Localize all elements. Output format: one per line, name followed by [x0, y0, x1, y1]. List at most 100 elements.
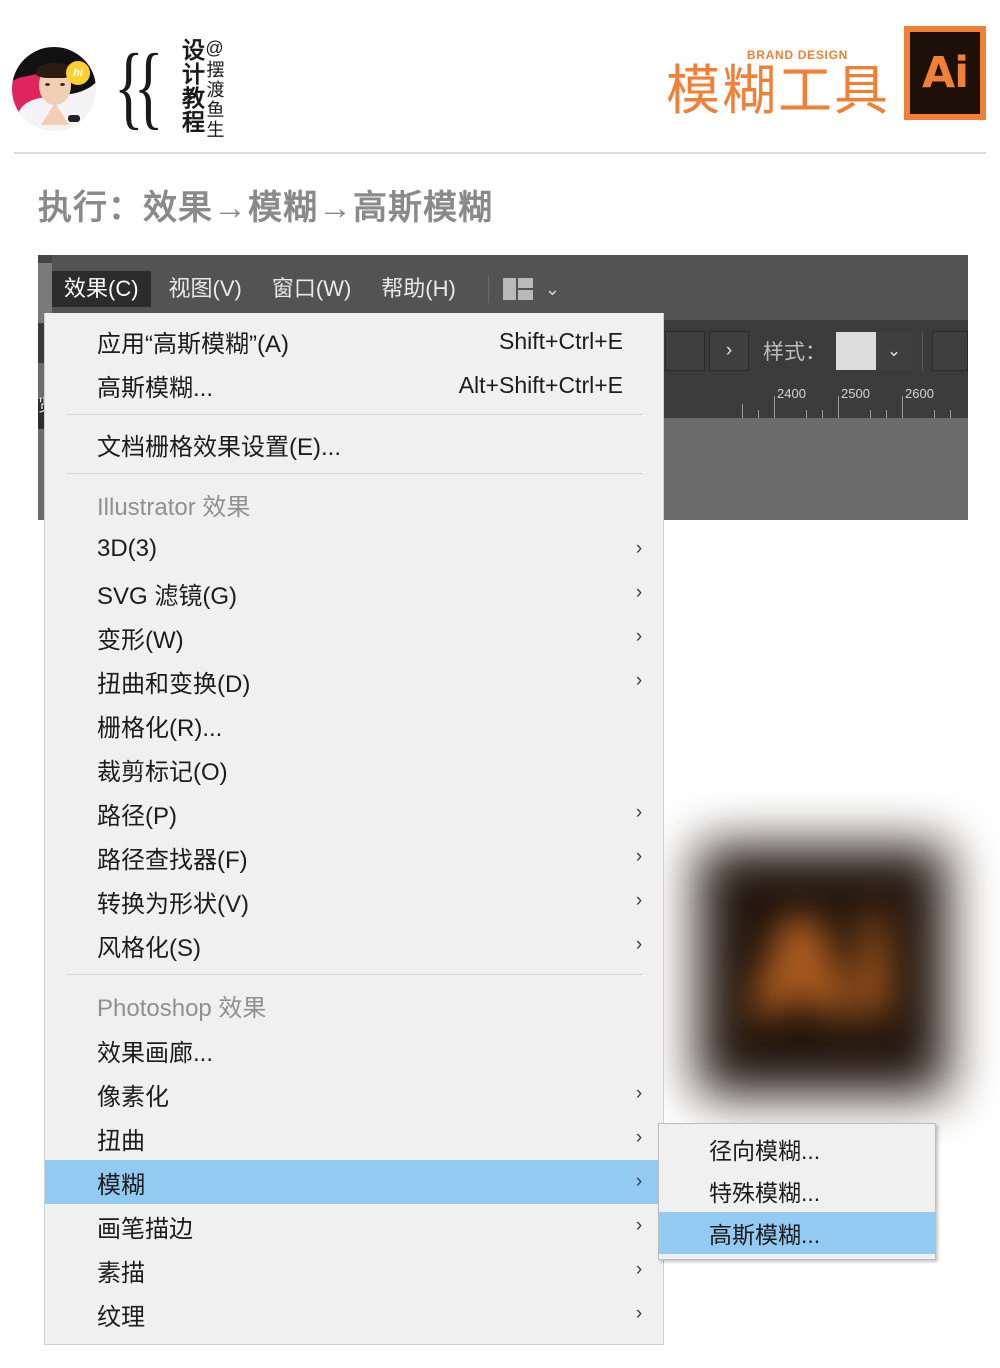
menu-item-label: 模糊	[97, 1171, 145, 1199]
menu-item-label: 风格化(S)	[97, 934, 201, 962]
page-header: hi {{ 设计教程 @摆渡鱼生 BRAND DESIGN 模糊工具 Ai	[0, 0, 1000, 155]
menu-item[interactable]: 像素化 ›	[45, 1072, 663, 1116]
menu-item-label: 转换为形状(V)	[97, 890, 249, 918]
menu-item[interactable]: SVG 滤镜(G) ›	[45, 571, 663, 615]
menu-item-label: 变形(W)	[97, 626, 184, 654]
menu-item[interactable]: 风格化(S) ›	[45, 923, 663, 967]
brand-logo-left: hi {{ 设计教程 @摆渡鱼生	[12, 36, 225, 140]
control-swatch-box[interactable]	[665, 331, 705, 371]
vertical-brand-text: 设计教程 @摆渡鱼生	[179, 38, 225, 140]
menu-item-label: SVG 滤镜(G)	[97, 582, 238, 610]
control-extra-box[interactable]	[932, 331, 968, 371]
ruler-label-2400: 2400	[777, 386, 806, 401]
menu-item[interactable]: 扭曲 ›	[45, 1116, 663, 1160]
menu-item[interactable]: 纹理 ›	[45, 1292, 663, 1336]
page-root: hi {{ 设计教程 @摆渡鱼生 BRAND DESIGN 模糊工具 Ai 执行…	[0, 0, 1000, 1368]
menu-item[interactable]: 扭曲和变换(D) ›	[45, 659, 663, 703]
menu-item[interactable]: 转换为形状(V) ›	[45, 879, 663, 923]
menu-item[interactable]: 文档栅格效果设置(E)...	[45, 422, 663, 466]
layout-grid-icon[interactable]	[502, 278, 533, 300]
style-swatch[interactable]	[836, 332, 876, 370]
page-title: 执行：效果→模糊→高斯模糊	[38, 189, 493, 227]
submenu-item-label: 特殊模糊...	[709, 1180, 821, 1206]
illustrator-logo-text: Ai	[910, 32, 980, 114]
chevron-right-icon: ›	[635, 802, 643, 823]
menu-divider	[67, 974, 643, 975]
chevron-down-icon[interactable]: ⌄	[545, 280, 560, 298]
avatar-hi-badge: hi	[66, 61, 90, 85]
menu-item-label: 栅格化(R)...	[97, 714, 223, 742]
ruler-label-2600: 2600	[905, 386, 934, 401]
header-divider	[14, 152, 986, 154]
menubar-item-window[interactable]: 窗口(W)	[260, 271, 363, 308]
chevron-right-icon: ›	[635, 1083, 643, 1104]
menu-section-header: Photoshop 效果	[45, 982, 663, 1028]
menu-item-label: 高斯模糊...	[97, 374, 214, 402]
menu-item-label: 纹理	[97, 1303, 145, 1331]
menu-item[interactable]: 路径查找器(F) ›	[45, 835, 663, 879]
submenu-item-label: 径向模糊...	[709, 1138, 821, 1164]
chevron-right-icon: ›	[635, 582, 643, 603]
menubar-item-help[interactable]: 帮助(H)	[369, 271, 468, 308]
menu-item[interactable]: 画笔描边 ›	[45, 1204, 663, 1248]
submenu-item-label: 高斯模糊...	[709, 1222, 821, 1248]
chevron-right-icon: ›	[635, 846, 643, 867]
menubar-item-effect[interactable]: 效果(C)	[52, 270, 151, 308]
brand-title-wrap: BRAND DESIGN 模糊工具	[666, 48, 890, 120]
menu-item-label: 应用“高斯模糊”(A)	[97, 330, 289, 358]
menu-item-label: 路径查找器(F)	[97, 846, 248, 874]
chevron-right-icon: ›	[635, 1303, 643, 1324]
chevron-right-icon: ›	[635, 934, 643, 955]
menu-item-shortcut: Shift+Ctrl+E	[499, 327, 623, 354]
menubar-item-view[interactable]: 视图(V)	[157, 271, 254, 308]
menu-item[interactable]: 路径(P) ›	[45, 791, 663, 835]
chevron-right-icon: ›	[635, 1259, 643, 1280]
chevron-right-icon: ›	[635, 538, 643, 559]
brand-title: 模糊工具	[666, 59, 890, 123]
menu-item[interactable]: 应用“高斯模糊”(A) Shift+Ctrl+E	[45, 319, 663, 363]
avatar-watch	[68, 115, 80, 122]
avatar-eye-right	[60, 83, 65, 86]
menu-divider	[67, 473, 643, 474]
style-chevron-down-icon[interactable]: ⌄	[876, 332, 912, 370]
brand-title-block: BRAND DESIGN 模糊工具 Ai	[666, 26, 986, 120]
menu-item[interactable]: 3D(3) ›	[45, 527, 663, 571]
menu-item-label: 文档栅格效果设置(E)...	[97, 433, 341, 461]
submenu-item[interactable]: 特殊模糊...	[659, 1170, 935, 1212]
menu-item[interactable]: 裁剪标记(O)	[45, 747, 663, 791]
style-label: 样式：	[763, 341, 826, 364]
submenu-item[interactable]: 高斯模糊...	[659, 1212, 935, 1254]
menu-item[interactable]: 素描 ›	[45, 1248, 663, 1292]
menu-item-label: 路径(P)	[97, 802, 177, 830]
menu-item-label: 效果画廊...	[97, 1039, 214, 1067]
avatar-eye-left	[45, 83, 50, 86]
menu-item-label: 扭曲和变换(D)	[97, 670, 251, 698]
expand-arrow-button[interactable]: ›	[709, 331, 749, 371]
chevron-right-icon: ›	[635, 626, 643, 647]
menu-item-label: Illustrator 效果	[97, 493, 251, 521]
menu-divider	[67, 414, 643, 415]
menu-item[interactable]: 高斯模糊... Alt+Shift+Ctrl+E	[45, 363, 663, 407]
effect-dropdown-menu: 应用“高斯模糊”(A) Shift+Ctrl+E 高斯模糊... Alt+Shift+…	[44, 313, 664, 1345]
chevron-right-icon: ›	[635, 1215, 643, 1236]
menu-item[interactable]: 效果画廊...	[45, 1028, 663, 1072]
illustrator-logo-icon: Ai	[904, 26, 986, 120]
control-separator	[922, 331, 923, 371]
menu-item-label: 素描	[97, 1259, 145, 1287]
menu-item[interactable]: 模糊 ›	[45, 1160, 663, 1204]
menu-item-label: 裁剪标记(O)	[97, 758, 228, 786]
menu-item-label: 像素化	[97, 1083, 169, 1111]
style-control-group: › 样式： ⌄	[665, 331, 968, 371]
avatar: hi	[12, 47, 96, 131]
decorative-braces-icon: {{	[114, 36, 163, 139]
menu-item[interactable]: 变形(W) ›	[45, 615, 663, 659]
submenu-item[interactable]: 径向模糊...	[659, 1128, 935, 1170]
menu-item-label: 扭曲	[97, 1127, 145, 1155]
ruler-label-2500: 2500	[841, 386, 870, 401]
chevron-right-icon: ›	[635, 1127, 643, 1148]
menu-item-label: 3D(3)	[97, 535, 158, 562]
chevron-right-icon: ›	[635, 890, 643, 911]
menu-item[interactable]: 栅格化(R)...	[45, 703, 663, 747]
app-menubar: 效果(C) 视图(V) 窗口(W) 帮助(H) ⌄	[52, 269, 560, 309]
menu-item-shortcut: Alt+Shift+Ctrl+E	[458, 371, 623, 398]
